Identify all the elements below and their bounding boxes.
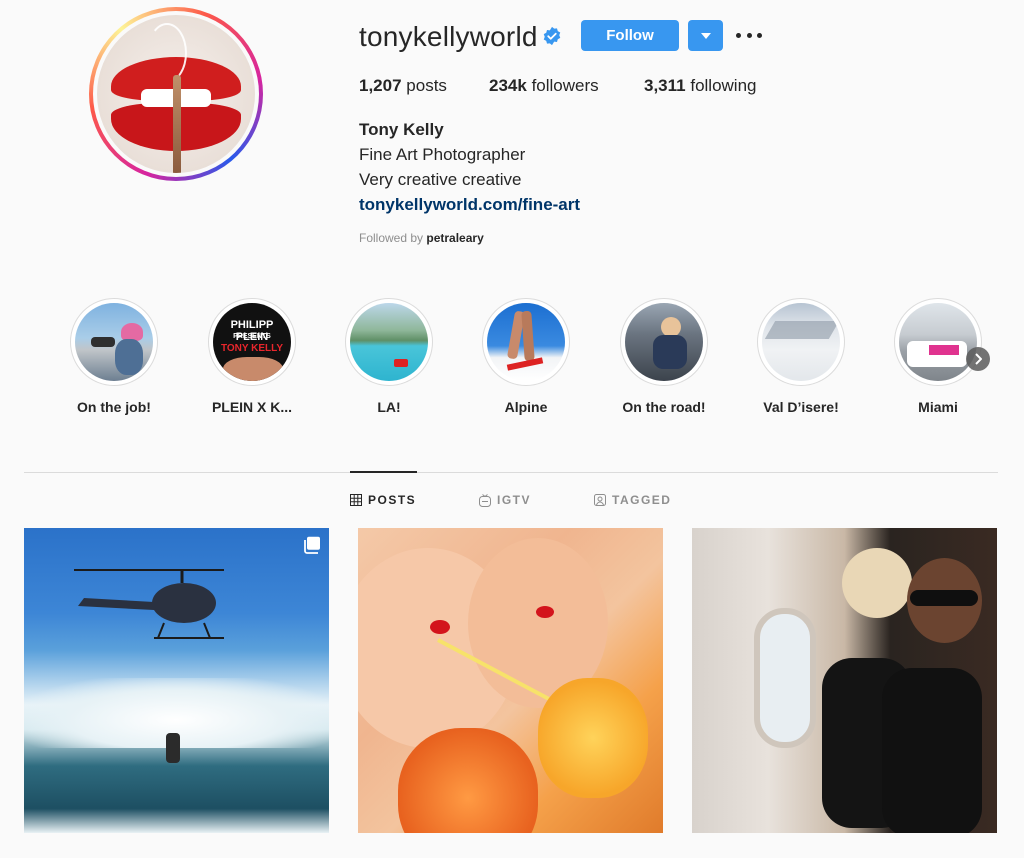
multiple-photos-icon <box>304 536 320 554</box>
sunglasses <box>910 590 978 606</box>
plein-text-2: PRESENTS <box>233 333 271 340</box>
highlight-ring <box>894 298 982 386</box>
stat-following[interactable]: 3,311 following <box>644 76 757 96</box>
posts-count: 1,207 <box>359 76 402 95</box>
highlight-thumbnail <box>899 303 977 381</box>
caret-down-icon <box>700 32 711 39</box>
highlight-thumbnail: PHILIPP PLEIN PRESENTS TONY KELLY <box>213 303 291 381</box>
highlight-item[interactable]: Miami <box>893 298 983 415</box>
highlight-label: Val D’isere! <box>763 399 839 415</box>
tabs-divider <box>24 472 998 473</box>
tab-label: TAGGED <box>612 493 672 507</box>
highlight-label: PLEIN X K... <box>211 399 293 415</box>
followers-label: followers <box>531 76 599 95</box>
plein-text-3: TONY KELLY <box>220 343 284 354</box>
tab-igtv[interactable]: IGTV <box>479 493 531 507</box>
drink-cup <box>538 678 648 798</box>
profile-username: tonykellyworld <box>359 21 538 52</box>
active-tab-indicator <box>350 471 417 473</box>
highlight-ring: PHILIPP PLEIN PRESENTS TONY KELLY <box>208 298 296 386</box>
highlight-ring <box>70 298 158 386</box>
highlight-label: Alpine <box>504 399 548 415</box>
post-thumbnail[interactable] <box>24 528 329 833</box>
highlights-next-button[interactable] <box>966 347 990 371</box>
highlight-item[interactable]: LA! <box>344 298 434 415</box>
profile-avatar[interactable] <box>89 7 263 181</box>
follow-button[interactable]: Follow <box>581 20 679 51</box>
highlight-thumbnail <box>75 303 153 381</box>
highlight-label: On the road! <box>622 399 706 415</box>
highlight-item[interactable]: On the road! <box>619 298 709 415</box>
more-dot-icon <box>736 32 741 38</box>
bio-full-name: Tony Kelly <box>359 120 444 139</box>
person-hair <box>842 548 912 618</box>
tab-label: IGTV <box>497 493 532 507</box>
suggested-dropdown-button[interactable] <box>688 20 723 51</box>
stat-posts: 1,207 posts <box>359 76 447 96</box>
tab-label: POSTS <box>368 493 417 507</box>
followed-by-user: petraleary <box>426 231 484 245</box>
airplane-window <box>754 608 816 748</box>
highlight-ring <box>620 298 708 386</box>
post-thumbnail[interactable] <box>692 528 997 833</box>
grid-icon <box>350 494 362 506</box>
highlight-thumbnail <box>625 303 703 381</box>
followers-count: 234k <box>489 76 527 95</box>
highlight-ring <box>482 298 570 386</box>
following-label: following <box>690 76 757 95</box>
person-body <box>882 668 982 833</box>
chevron-right-icon <box>975 353 982 365</box>
highlight-label: Miami <box>918 399 958 415</box>
highlight-ring <box>757 298 845 386</box>
highlight-item[interactable]: Alpine <box>481 298 571 415</box>
surfer-shape <box>166 733 180 763</box>
avatar-ring-inner <box>93 11 259 177</box>
lips-shape <box>430 620 450 634</box>
lips-shape <box>536 606 554 618</box>
bio-text-line: Fine Art Photographer <box>359 145 526 164</box>
highlight-item[interactable]: On the job! <box>69 298 159 415</box>
tab-posts[interactable]: POSTS <box>350 493 416 507</box>
highlight-thumbnail <box>762 303 840 381</box>
highlight-item[interactable]: PHILIPP PLEIN PRESENTS TONY KELLY PLEIN … <box>207 298 297 415</box>
drink-cup <box>398 728 538 833</box>
highlight-thumbnail <box>487 303 565 381</box>
bio-text-line: Very creative creative <box>359 170 522 189</box>
avatar-match <box>173 75 181 173</box>
verified-badge-icon <box>543 26 561 46</box>
tab-tagged[interactable]: TAGGED <box>594 493 671 507</box>
highlight-label: LA! <box>377 399 401 415</box>
avatar-smoke <box>147 23 187 83</box>
followed-by-prefix: Followed by <box>359 231 424 245</box>
posts-label: posts <box>406 76 447 95</box>
post-thumbnail[interactable] <box>358 528 663 833</box>
avatar-image <box>97 15 255 173</box>
more-dot-icon <box>757 32 762 38</box>
followed-by[interactable]: Followed by petraleary <box>359 231 484 245</box>
following-count: 3,311 <box>644 76 686 95</box>
igtv-icon <box>479 493 491 507</box>
highlight-item[interactable]: Val D’isere! <box>756 298 846 415</box>
tagged-icon <box>594 494 606 506</box>
more-options-button[interactable] <box>736 24 762 46</box>
highlight-thumbnail <box>350 303 428 381</box>
highlight-ring <box>345 298 433 386</box>
more-dot-icon <box>746 32 752 38</box>
highlight-label: On the job! <box>77 399 151 415</box>
stat-followers[interactable]: 234k followers <box>489 76 599 96</box>
bio-website-link[interactable]: tonykellyworld.com/fine-art <box>359 195 580 215</box>
helicopter-shape <box>74 569 224 639</box>
